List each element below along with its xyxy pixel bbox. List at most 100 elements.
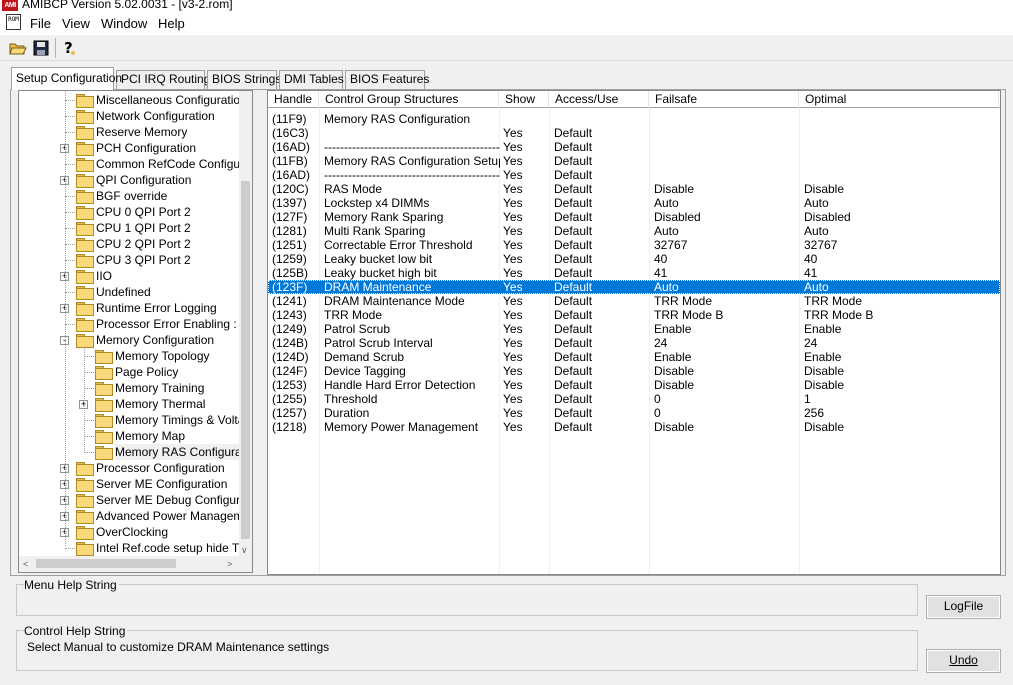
tree-connector	[65, 212, 75, 213]
tree-item-label: Miscellaneous Configuration	[96, 93, 247, 107]
cell-optimal: Enable	[804, 322, 842, 336]
tree-item[interactable]: + IIO	[19, 268, 241, 284]
tree-hscroll-thumb[interactable]	[36, 559, 176, 568]
control-grid[interactable]: Handle Control Group Structures Show Acc…	[267, 90, 1001, 575]
tree-item[interactable]: + OverClocking	[19, 524, 241, 540]
tab-dmi-tables[interactable]: DMI Tables	[279, 70, 344, 89]
tree-item[interactable]: Intel Ref.code setup hide Title	[19, 540, 252, 556]
column-header-failsafe[interactable]: Failsafe	[649, 91, 799, 108]
tab-bios-features[interactable]: BIOS Features	[345, 70, 429, 89]
folder-icon	[95, 414, 113, 428]
menu-help[interactable]: Help	[158, 16, 185, 32]
tree-item[interactable]: Memory Map	[19, 428, 241, 444]
tree-item[interactable]: + QPI Configuration	[19, 172, 241, 188]
setup-tree[interactable]: Miscellaneous Configuration Network Confi…	[18, 90, 253, 573]
tree-item-label: QPI Configuration	[96, 173, 192, 187]
table-row[interactable]: (127F) Memory Rank Sparing Yes Default Disab…	[268, 210, 1000, 224]
tree-item[interactable]: Undefined	[19, 284, 241, 300]
tree-item-label: Undefined	[96, 285, 151, 299]
tree-connector	[84, 388, 94, 389]
undo-button[interactable]: Undo	[926, 649, 1001, 673]
cell-control: Device Tagging	[324, 364, 406, 378]
tree-item[interactable]: + Processor Configuration	[19, 460, 241, 476]
tree-item[interactable]: Common RefCode Configuration	[19, 156, 252, 172]
tree-item[interactable]: Page Policy	[19, 364, 241, 380]
tree-item[interactable]: + Memory Thermal	[19, 396, 241, 412]
column-header-handle[interactable]: Handle	[268, 91, 319, 108]
table-row[interactable]: (1281) Multi Rank Sparing Yes Default Auto Au…	[268, 224, 1000, 238]
table-row[interactable]: (16AD) ----------------------------------…	[268, 168, 1000, 182]
tree-item[interactable]: CPU 2 QPI Port 2	[19, 236, 241, 252]
tab-bios-strings[interactable]: BIOS Strings	[207, 70, 281, 89]
tree-item[interactable]: Processor Error Enabling :	[19, 316, 241, 332]
open-folder-icon[interactable]	[7, 37, 29, 58]
help-icon[interactable]: ?	[58, 37, 80, 58]
table-row[interactable]: (1397) Lockstep x4 DIMMs Yes Default Auto Aut…	[268, 196, 1000, 210]
tree-item[interactable]: Memory RAS Configuration	[19, 444, 252, 460]
cell-control: Handle Hard Error Detection	[324, 378, 476, 392]
table-row[interactable]: (123F) DRAM Maintenance Yes Default Auto Auto	[268, 280, 1000, 294]
table-row[interactable]: (16AD) ----------------------------------…	[268, 140, 1000, 154]
tree-horizontal-scrollbar[interactable]: < >	[19, 556, 252, 572]
table-row[interactable]: (11F9) Memory RAS Configuration	[268, 112, 1000, 126]
table-row[interactable]: (1253) Handle Hard Error Detection Yes Defa…	[268, 378, 1000, 392]
table-row[interactable]: (124F) Device Tagging Yes Default Disable Dis…	[268, 364, 1000, 378]
tab-setup-configuration[interactable]: Setup Configuration	[11, 67, 122, 90]
logfile-button[interactable]: LogFile	[926, 595, 1001, 619]
tab-pci-irq-routing[interactable]: PCI IRQ Routing	[116, 70, 210, 89]
cell-handle: (123F)	[272, 280, 308, 294]
tree-item-label: CPU 2 QPI Port 2	[96, 237, 191, 251]
tree-item[interactable]: + PCH Configuration	[19, 140, 241, 156]
tree-item[interactable]: + Server ME Configuration	[19, 476, 241, 492]
table-row[interactable]: (1218) Memory Power Management Yes Default D…	[268, 420, 1000, 434]
tree-item[interactable]: - Memory Configuration	[19, 332, 241, 348]
cell-control: Threshold	[324, 392, 378, 406]
scroll-left-icon[interactable]: <	[23, 559, 28, 569]
tree-item[interactable]: Memory Training	[19, 380, 241, 396]
window-title: AMIBCP Version 5.02.0031 - [v3-2.rom]	[22, 0, 233, 11]
tree-item[interactable]: + Server ME Debug Configuration	[19, 492, 252, 508]
table-row[interactable]: (11FB) Memory RAS Configuration Setup Yes D…	[268, 154, 1000, 168]
rom-document-icon[interactable]: ROM	[6, 14, 21, 30]
table-row[interactable]: (1249) Patrol Scrub Yes Default Enable Enable	[268, 322, 1000, 336]
column-header-optimal[interactable]: Optimal	[799, 91, 999, 108]
tree-vertical-scrollbar[interactable]: ∨	[239, 91, 252, 557]
table-row[interactable]: (124D) Demand Scrub Yes Default Enable Enable	[268, 350, 1000, 364]
menu-file[interactable]: File	[30, 16, 51, 32]
column-header-access[interactable]: Access/Use	[549, 91, 649, 108]
tree-item[interactable]: Network Configuration	[19, 108, 241, 124]
column-header-control-group[interactable]: Control Group Structures	[319, 91, 499, 108]
table-row[interactable]: (1255) Threshold Yes Default 0 1	[268, 392, 1000, 406]
column-header-show[interactable]: Show	[499, 91, 549, 108]
table-row[interactable]: (1259) Leaky bucket low bit Yes Default 40 40	[268, 252, 1000, 266]
cell-show: Yes	[503, 378, 523, 392]
tree-item[interactable]: BGF override	[19, 188, 241, 204]
table-row[interactable]: (124B) Patrol Scrub Interval Yes Default 24 2…	[268, 336, 1000, 350]
table-row[interactable]: (16C3) Yes Default	[268, 126, 1000, 140]
tree-item[interactable]: + Advanced Power Management	[19, 508, 252, 524]
cell-show: Yes	[503, 322, 523, 336]
tree-item[interactable]: Memory Timings & Voltage	[19, 412, 252, 428]
table-row[interactable]: (1243) TRR Mode Yes Default TRR Mode B TRR Mo…	[268, 308, 1000, 322]
tree-item[interactable]: Memory Topology	[19, 348, 241, 364]
scroll-right-icon[interactable]: >	[227, 559, 232, 569]
scroll-down-icon[interactable]: ∨	[241, 545, 248, 555]
cell-failsafe: Auto	[654, 196, 679, 210]
table-row[interactable]: (120C) RAS Mode Yes Default Disable Disable	[268, 182, 1000, 196]
tree-item[interactable]: CPU 1 QPI Port 2	[19, 220, 241, 236]
tree-scroll-thumb[interactable]	[241, 181, 250, 539]
table-row[interactable]: (125B) Leaky bucket high bit Yes Default 41 4…	[268, 266, 1000, 280]
save-icon[interactable]	[30, 37, 52, 58]
menu-window[interactable]: Window	[101, 16, 147, 32]
tree-connector	[84, 356, 94, 357]
table-row[interactable]: (1257) Duration Yes Default 0 256	[268, 406, 1000, 420]
tree-connector	[65, 292, 75, 293]
tree-item[interactable]: + Runtime Error Logging	[19, 300, 241, 316]
tree-item[interactable]: Miscellaneous Configuration	[19, 92, 247, 108]
tree-item[interactable]: CPU 3 QPI Port 2	[19, 252, 241, 268]
table-row[interactable]: (1241) DRAM Maintenance Mode Yes Default TRR…	[268, 294, 1000, 308]
tree-item[interactable]: Reserve Memory	[19, 124, 241, 140]
tree-item[interactable]: CPU 0 QPI Port 2	[19, 204, 241, 220]
table-row[interactable]: (1251) Correctable Error Threshold Yes Defa…	[268, 238, 1000, 252]
menu-view[interactable]: View	[62, 16, 90, 32]
